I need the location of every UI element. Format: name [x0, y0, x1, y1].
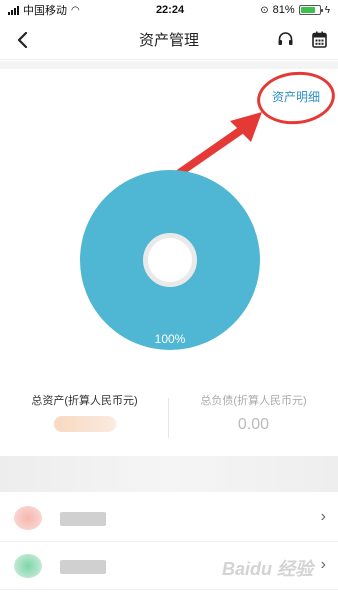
nav-actions — [276, 28, 328, 50]
asset-type-icon — [14, 554, 42, 578]
customer-service-button[interactable] — [276, 28, 294, 50]
watermark: Baidu 经验 — [222, 559, 314, 579]
masked-amount — [53, 416, 116, 432]
charging-icon: ϟ — [324, 4, 330, 16]
donut-center — [143, 233, 197, 287]
section-divider — [0, 61, 338, 69]
back-button[interactable] — [10, 26, 36, 54]
status-right: ⊙ 81% ϟ — [260, 4, 330, 16]
battery-icon — [298, 5, 323, 15]
headset-icon — [278, 31, 292, 45]
list-item-label — [60, 560, 106, 574]
page-title: 资产管理 — [138, 32, 199, 49]
wifi-icon: ◠ — [71, 4, 80, 16]
battery-fill — [300, 7, 316, 13]
clock: 22:24 — [155, 4, 185, 16]
battery-percent: 81% — [272, 4, 295, 16]
carrier-label: 中国移动 — [23, 5, 67, 17]
orientation-lock-icon: ⊙ — [260, 4, 269, 16]
nav-bar: 资产管理 — [0, 20, 338, 60]
asset-donut-chart: 100% — [80, 170, 260, 350]
total-liabilities-label: 总负债(折算人民币元) — [200, 395, 307, 407]
section-separator — [0, 456, 338, 492]
asset-detail-link[interactable]: 资产明细 — [272, 88, 320, 105]
list-item[interactable]: › — [0, 494, 338, 542]
asset-summary: 总资产(折算人民币元) 总负债(折算人民币元) 0.00 — [0, 392, 338, 452]
list-item-label — [60, 512, 106, 526]
status-bar: 中国移动 ◠ 22:24 ⊙ 81% ϟ — [0, 0, 338, 20]
total-liabilities[interactable]: 总负债(折算人民币元) 0.00 — [169, 392, 338, 436]
calendar-icon — [311, 31, 327, 48]
signal-icon — [8, 5, 19, 15]
total-assets-value — [0, 416, 169, 436]
total-assets[interactable]: 总资产(折算人民币元) — [0, 392, 169, 436]
status-left: 中国移动 ◠ — [8, 2, 80, 18]
donut-percentage-label: 100% — [154, 332, 186, 346]
chevron-right-icon: › — [320, 556, 326, 573]
calendar-button[interactable] — [310, 28, 328, 50]
total-liabilities-value: 0.00 — [237, 416, 270, 433]
chevron-right-icon: › — [320, 508, 326, 525]
total-assets-label: 总资产(折算人民币元) — [31, 395, 138, 407]
asset-type-icon — [14, 506, 42, 530]
chevron-left-icon — [17, 32, 28, 48]
